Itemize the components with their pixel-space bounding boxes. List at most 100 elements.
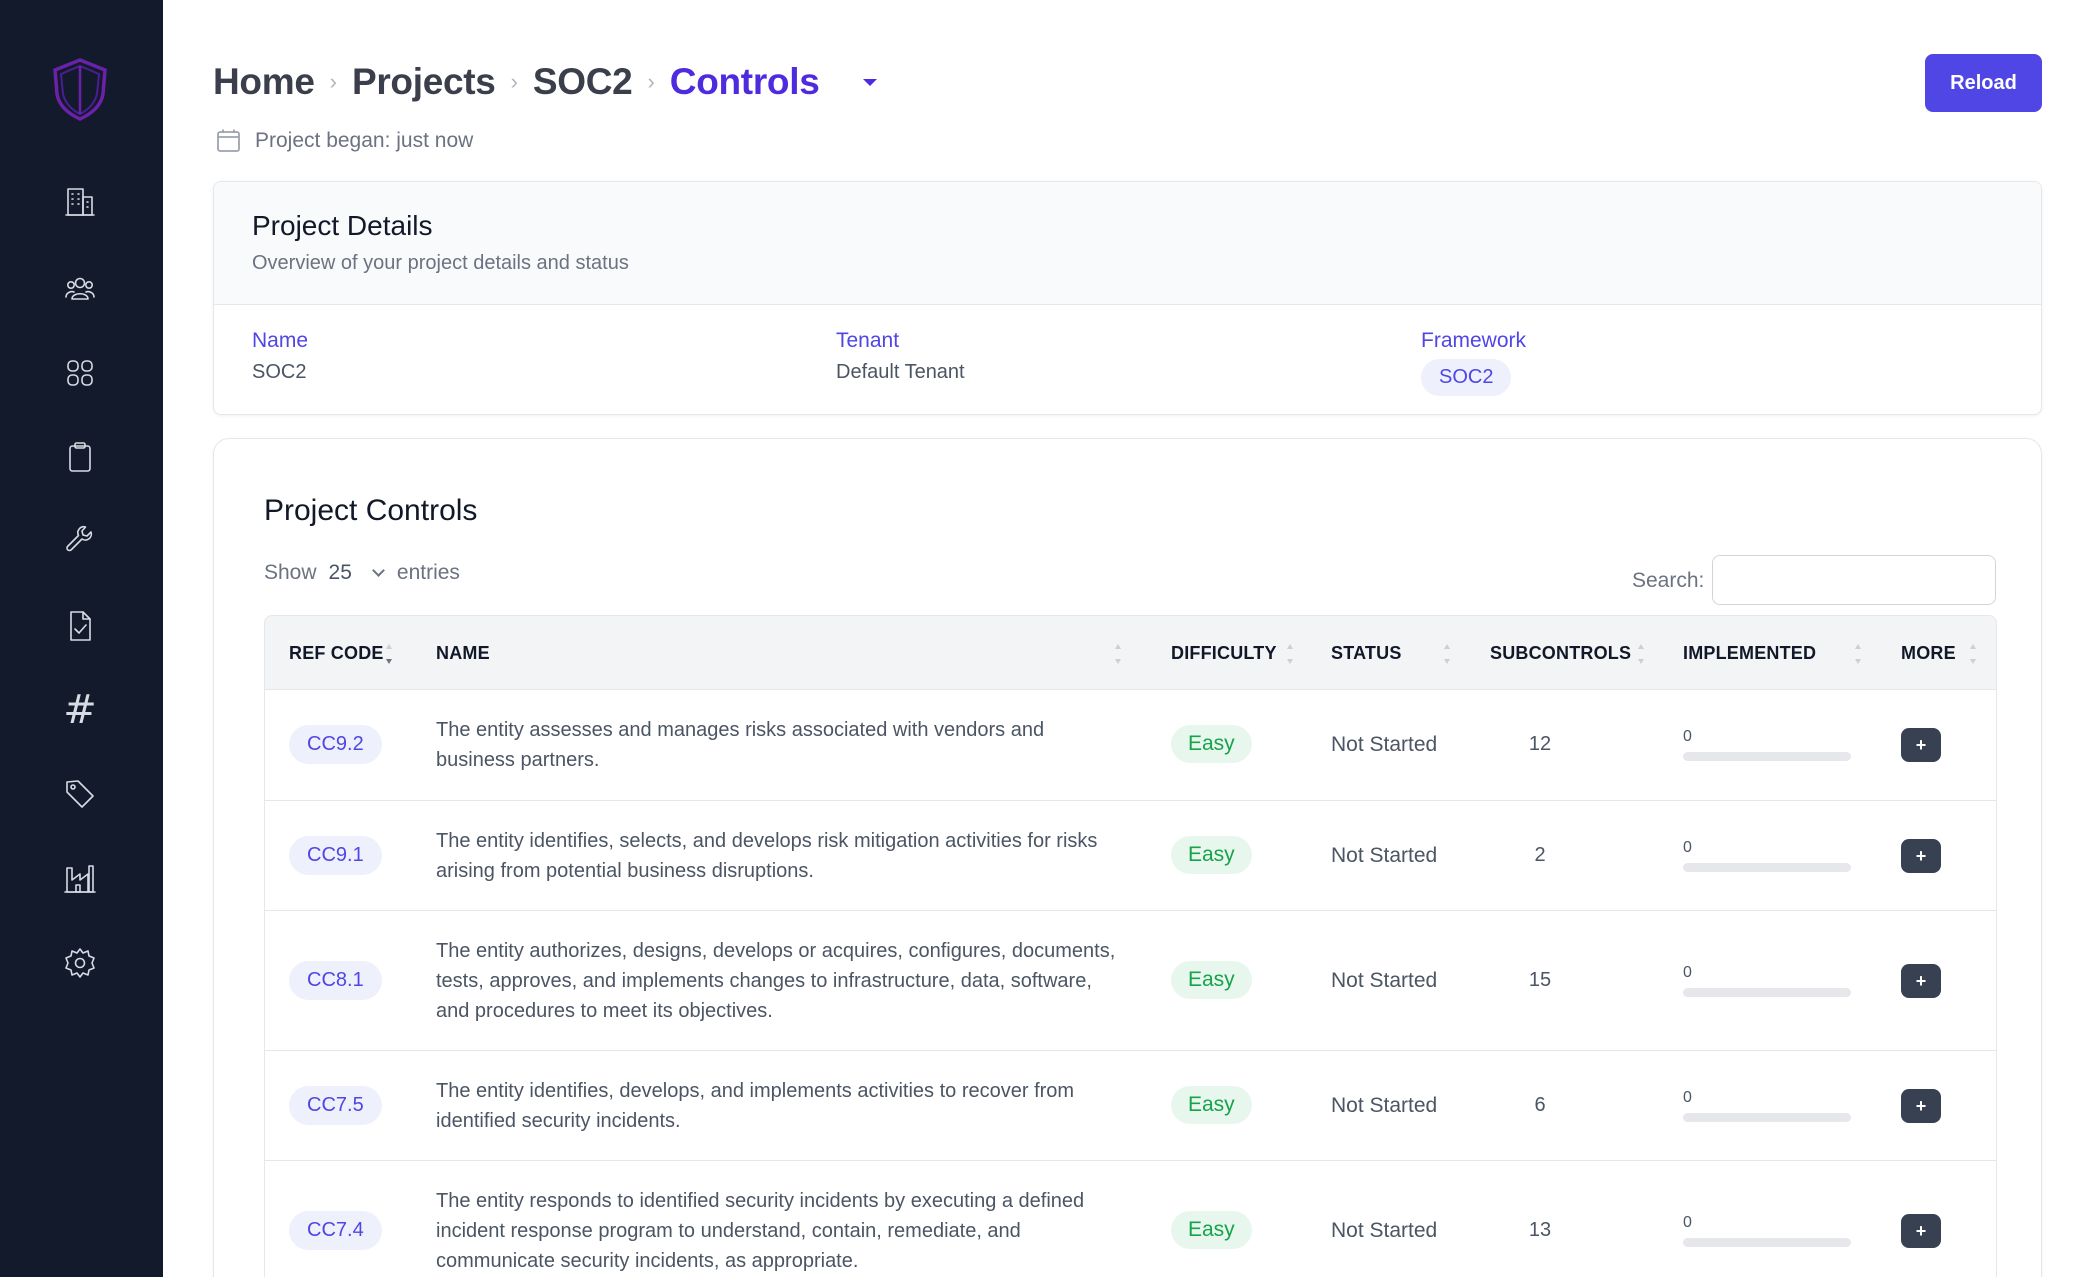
difficulty-badge: Easy — [1171, 1086, 1252, 1124]
table-row: CC7.4 The entity responds to identified … — [264, 1161, 1997, 1277]
sort-icon[interactable] — [385, 644, 393, 664]
subcontrols-count: 12 — [1528, 733, 1552, 755]
table-header: REF CODE NAME DIFFICULTY STATUS SUBCONTR… — [264, 615, 1997, 690]
more-button[interactable]: + — [1901, 728, 1941, 762]
status-text: Not Started — [1331, 1094, 1438, 1117]
implemented-progress-bar — [1683, 1238, 1851, 1247]
column-difficulty[interactable]: DIFFICULTY — [1171, 616, 1277, 691]
column-more[interactable]: MORE — [1901, 616, 1956, 691]
table-row: CC8.1 The entity authorizes, designs, de… — [264, 911, 1997, 1051]
column-subcontrols[interactable]: SUBCONTROLS — [1490, 616, 1631, 691]
status-text: Not Started — [1331, 733, 1438, 756]
clipboard-icon — [69, 442, 91, 472]
sort-icon[interactable] — [1854, 644, 1862, 664]
sidebar-item-vendors[interactable] — [57, 856, 103, 902]
search-input[interactable] — [1712, 555, 1996, 605]
caret-down-icon[interactable] — [863, 78, 878, 86]
sidebar-item-tags[interactable]: # — [57, 687, 103, 733]
building-icon — [65, 188, 95, 216]
project-controls-card: Project Controls Show 25 entries Search:… — [213, 438, 2042, 1277]
sort-icon[interactable] — [1443, 644, 1451, 664]
project-details-header: Project Details Overview of your project… — [214, 182, 2041, 305]
sidebar-item-organizations[interactable] — [57, 179, 103, 225]
implemented-count: 0 — [1683, 964, 1692, 981]
subcontrols-count: 6 — [1534, 1094, 1546, 1116]
column-more-label: MORE — [1901, 643, 1956, 663]
framework-badge: SOC2 — [1421, 359, 1512, 396]
ref-code-badge[interactable]: CC8.1 — [289, 961, 382, 1000]
implemented-count: 0 — [1683, 1214, 1692, 1231]
column-status[interactable]: STATUS — [1331, 616, 1402, 691]
column-name[interactable]: NAME — [436, 616, 490, 691]
control-name: The entity responds to identified securi… — [436, 1190, 1085, 1272]
ref-code-badge[interactable]: CC7.5 — [289, 1086, 382, 1125]
project-controls-title: Project Controls — [264, 494, 478, 527]
status-text: Not Started — [1331, 844, 1438, 867]
project-details-card: Project Details Overview of your project… — [213, 181, 2042, 415]
sidebar-item-policies[interactable] — [57, 603, 103, 649]
more-button[interactable]: + — [1901, 1089, 1941, 1123]
subcontrols-count: 15 — [1528, 969, 1552, 991]
breadcrumb-projects[interactable]: Projects — [352, 61, 496, 103]
sort-icon[interactable] — [1969, 644, 1977, 664]
column-implemented-label: IMPLEMENTED — [1683, 643, 1817, 663]
sidebar-item-labels[interactable] — [57, 771, 103, 817]
sidebar-item-users[interactable] — [57, 266, 103, 312]
more-button[interactable]: + — [1901, 964, 1941, 998]
column-implemented[interactable]: IMPLEMENTED — [1683, 616, 1816, 691]
sidebar: # — [0, 0, 163, 1277]
calendar-icon — [217, 129, 240, 152]
project-began-text: Project began: just now — [255, 128, 474, 152]
sort-icon[interactable] — [1637, 644, 1645, 664]
name-field: Name SOC2 — [252, 329, 308, 384]
controls-table: REF CODE NAME DIFFICULTY STATUS SUBCONTR… — [264, 615, 1997, 1277]
document-check-icon — [70, 611, 91, 641]
tenant-field: Tenant Default Tenant — [836, 329, 965, 384]
tag-icon — [66, 780, 94, 808]
column-ref-code-label: REF CODE — [289, 643, 384, 663]
page-size-value: 25 — [328, 561, 352, 584]
users-icon — [65, 277, 95, 300]
name-label: Name — [252, 329, 309, 352]
project-details-subtitle: Overview of your project details and sta… — [252, 252, 629, 274]
more-button[interactable]: + — [1901, 1214, 1941, 1248]
control-name: The entity identifies, selects, and deve… — [436, 830, 1098, 882]
more-button[interactable]: + — [1901, 839, 1941, 873]
wrench-icon — [66, 525, 93, 552]
gear-icon — [65, 948, 95, 978]
ref-code-badge[interactable]: CC9.2 — [289, 725, 382, 764]
table-row: CC7.5 The entity identifies, develops, a… — [264, 1051, 1997, 1161]
tenant-label: Tenant — [836, 329, 900, 352]
breadcrumb: Home › Projects › SOC2 › Controls — [213, 56, 878, 108]
control-name: The entity authorizes, designs, develops… — [436, 940, 1116, 1022]
status-text: Not Started — [1331, 969, 1438, 992]
shield-logo-icon[interactable] — [49, 56, 111, 122]
reload-button[interactable]: Reload — [1925, 54, 2042, 112]
sidebar-item-tools[interactable] — [57, 518, 103, 564]
entries-label: entries — [396, 561, 460, 584]
column-ref-code[interactable]: REF CODE — [289, 616, 384, 691]
ref-code-badge[interactable]: CC9.1 — [289, 836, 382, 875]
framework-label: Framework — [1421, 329, 1527, 352]
implemented-count: 0 — [1683, 728, 1692, 745]
chevron-down-icon — [372, 564, 385, 577]
project-details-body: Name SOC2 Tenant Default Tenant Framewor… — [214, 305, 2041, 414]
breadcrumb-home[interactable]: Home — [213, 61, 315, 103]
chevron-right-icon: › — [510, 69, 518, 94]
breadcrumb-current: Controls — [669, 61, 820, 102]
grid-icon — [67, 360, 93, 386]
ref-code-badge[interactable]: CC7.4 — [289, 1211, 382, 1250]
column-name-label: NAME — [436, 643, 490, 663]
sort-icon[interactable] — [1114, 644, 1122, 664]
chevron-right-icon: › — [647, 69, 655, 94]
sidebar-item-dashboard[interactable] — [57, 350, 103, 396]
page-size-select[interactable]: 25 — [328, 561, 385, 585]
difficulty-badge: Easy — [1171, 1211, 1252, 1249]
sidebar-item-settings[interactable] — [57, 940, 103, 986]
name-value: SOC2 — [252, 361, 307, 383]
sort-icon[interactable] — [1286, 644, 1294, 664]
breadcrumb-project[interactable]: SOC2 — [533, 61, 633, 103]
table-row: CC9.2 The entity assesses and manages ri… — [264, 690, 1997, 801]
implemented-progress-bar — [1683, 988, 1851, 997]
sidebar-item-projects[interactable] — [57, 434, 103, 480]
